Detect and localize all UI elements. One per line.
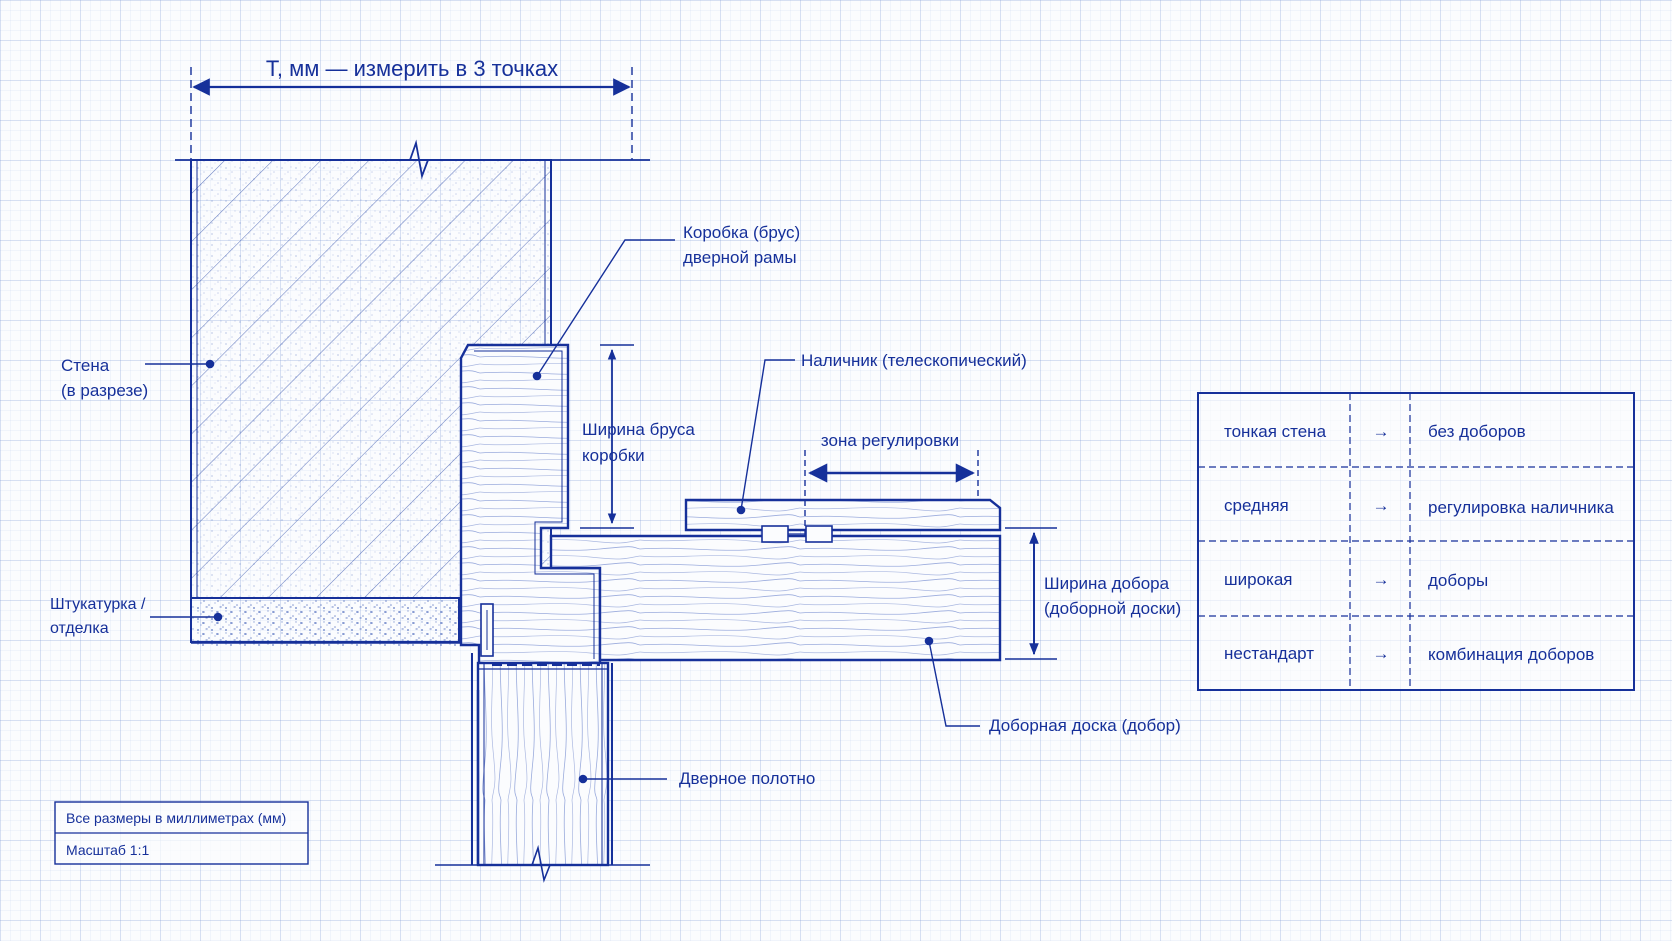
table-row-1-solution: без доборов [1428, 422, 1526, 441]
label-extension-width-line1: Ширина добора [1044, 574, 1170, 593]
table-row-3-solution: доборы [1428, 571, 1488, 590]
plaster-finish-layer [190, 597, 468, 646]
label-wall-line1: Стена [61, 356, 110, 375]
label-frame-width-line1: Ширина бруса [582, 420, 695, 439]
arrow-icon: → [1373, 570, 1390, 589]
units-note: Все размеры в миллиметрах (мм) [66, 810, 286, 826]
table-row-2-solution: регулировка наличника [1428, 498, 1614, 517]
label-frame-line2: дверной рамы [683, 248, 797, 267]
table-row-1-wall: тонкая стена [1224, 422, 1327, 441]
arrow-icon: → [1373, 496, 1390, 515]
label-door-leaf: Дверное полотно [679, 769, 815, 788]
wall-section [175, 139, 650, 599]
label-plaster-line2: отделка [50, 620, 109, 637]
label-extension-board: Доборная доска (добор) [989, 716, 1181, 735]
extension-width-dimension [1005, 527, 1057, 660]
label-adjust-zone: зона регулировки [821, 431, 959, 450]
table-row-2-wall: средняя [1224, 496, 1289, 515]
dimension-label-t: T, мм — измерить в 3 точках [266, 56, 558, 81]
table-row-4-solution: комбинация доборов [1428, 645, 1594, 664]
label-plaster-line1: Штукатурка / [50, 596, 146, 613]
label-frame-width-line2: коробки [582, 446, 645, 465]
arrow-icon: → [1373, 644, 1390, 663]
table-row-4-wall: нестандарт [1224, 644, 1314, 663]
arrow-icon: → [1373, 422, 1390, 441]
door-frame-section-drawing: T, мм — измерить в 3 точках Коробка (бру… [50, 56, 1635, 883]
table-row-3-wall: широкая [1224, 570, 1293, 589]
label-wall-line2: (в разрезе) [61, 381, 148, 400]
label-extension-width-line2: (доборной доски) [1044, 599, 1181, 618]
scale-note: Масштаб 1:1 [66, 842, 149, 858]
label-casing: Наличник (телескопический) [801, 351, 1027, 370]
label-frame-line1: Коробка (брус) [683, 223, 800, 242]
